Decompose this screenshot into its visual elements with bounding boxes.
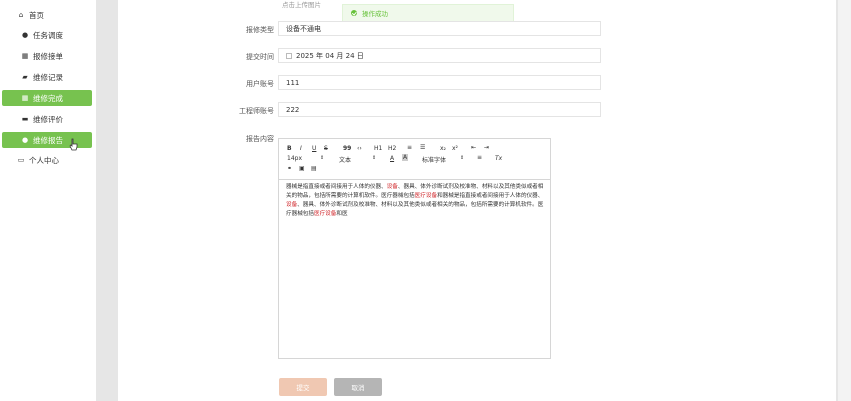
calendar-icon [286,52,292,59]
sidebar-item-label: 维修记录 [33,72,63,82]
video-icon[interactable]: ▤ [311,165,317,172]
align-button[interactable]: ≡ [477,154,482,161]
user-account-field[interactable]: 111 [278,75,601,90]
text-style-select[interactable]: 文本 [339,155,351,164]
hand-cursor-icon [69,138,78,151]
strikethrough-button[interactable]: S [324,145,328,152]
sidebar-item-label: 维修完成 [33,93,63,103]
italic-button[interactable]: I [300,145,302,152]
bold-button[interactable]: B [287,145,292,152]
font-size-arrows-icon: ⇕ [320,155,325,161]
engineer-account-value: 222 [286,105,300,114]
subscript-button[interactable]: x₂ [440,145,446,152]
engineer-account-field[interactable]: 222 [278,102,601,117]
editor-text: 器械是指直接或者间接用于人体的仪器、 [286,184,387,190]
quote-button[interactable]: 99 [343,145,351,152]
sidebar-item-repair-orders[interactable]: ▦ 报修接单 [2,48,92,64]
submit-button[interactable]: 提交 [279,378,327,396]
editor-toolbar: B I U S 99 ‹› H1 H2 ≡ ☰ x₂ x² ⇤ ⇥ 14px ⇕… [279,139,550,180]
user-icon: ● [21,136,29,144]
submit-time-field[interactable]: 2025 年 04 月 24 日 [278,48,601,63]
editor-highlight: 设备 [286,202,298,208]
submit-time-label: 提交时间 [246,53,274,61]
sidebar-item-repair-review[interactable]: ▬ 维修评价 [2,111,92,127]
bullet-list-button[interactable]: ☰ [420,144,425,151]
editor-highlight: 设备 [386,184,398,190]
report-content-label: 报告内容 [246,135,274,143]
nav-home[interactable]: ⌂ 首页 [2,7,92,23]
sidebar-item-label: 报修接单 [33,51,63,61]
repair-type-label: 报修类型 [246,26,274,34]
sidebar-item-repair-complete[interactable]: ▦ 维修完成 [2,90,92,106]
success-toast: 操作成功 [342,4,514,22]
engineer-account-label: 工程师账号 [239,107,274,115]
repair-type-value: 设备不通电 [286,24,321,33]
user-account-label: 用户账号 [246,80,274,88]
link-icon[interactable]: ⚭ [287,165,292,172]
text-style-arrows-icon: ⇕ [372,155,377,161]
font-size-select[interactable]: 14px [287,155,302,162]
stack-icon: ▬ [21,115,29,123]
underline-button[interactable]: U [312,145,316,152]
rich-text-editor[interactable]: B I U S 99 ‹› H1 H2 ≡ ☰ x₂ x² ⇤ ⇥ 14px ⇕… [278,138,551,359]
thumb-icon: ▰ [22,73,28,81]
location-pin-icon: ● [21,31,29,39]
sidebar-item-label: 维修报告 [33,135,63,145]
editor-text: 和器械是指直接或者间接用于人体的仪器、 [437,193,544,199]
font-family-select[interactable]: 标准字体 [422,155,446,164]
grid-icon: ▦ [21,94,29,102]
sidebar: ⌂ 首页 ● 任务调度 ▦ 报修接单 ▰ 维修记录 ▦ 维修完成 ▬ 维修评价 … [0,0,96,401]
image-icon[interactable]: ▣ [299,165,305,172]
editor-highlight: 医疗设备 [313,211,337,217]
editor-highlight: 医疗设备 [414,193,438,199]
clear-format-button[interactable]: Tx [495,155,502,162]
upload-hint[interactable]: 点击上传图片 [282,0,321,9]
font-family-arrows-icon: ⇕ [460,155,465,161]
heading1-button[interactable]: H1 [374,145,382,152]
background-color-icon[interactable]: A [402,154,409,161]
indent-left-button[interactable]: ⇤ [471,144,476,151]
user-account-value: 111 [286,78,300,87]
editor-text: 和医 [336,211,348,217]
font-color-icon[interactable]: A [390,155,394,162]
code-button[interactable]: ‹› [357,145,362,152]
sidebar-item-label: 任务调度 [33,30,63,40]
submit-time-value: 2025 年 04 月 24 日 [296,51,364,60]
editor-body[interactable]: 器械是指直接或者间接用于人体的仪器、设备、器具、体外诊断试剂及校准物、材料以及其… [286,183,546,219]
cancel-button[interactable]: 取消 [334,378,382,396]
indent-right-button[interactable]: ⇥ [484,144,489,151]
nav-home-label: 首页 [29,10,44,20]
repair-type-field[interactable]: 设备不通电 [278,21,601,36]
home-icon: ⌂ [18,11,24,19]
right-scroll-panel [838,0,851,401]
heading2-button[interactable]: H2 [388,145,396,152]
success-check-icon [351,10,357,16]
sidebar-item-task-dispatch[interactable]: ● 任务调度 [2,27,92,43]
superscript-button[interactable]: x² [452,145,458,152]
nav-personal-center[interactable]: ▭ 个人中心 [2,152,92,168]
ordered-list-button[interactable]: ≡ [407,144,412,151]
grid-icon: ▦ [21,52,29,60]
profile-card-icon: ▭ [17,156,25,164]
sidebar-item-label: 维修评价 [33,114,63,124]
toast-message: 操作成功 [362,10,388,18]
nav-personal-label: 个人中心 [29,155,59,165]
sidebar-item-repair-report[interactable]: ● 维修报告 [2,132,92,148]
sidebar-item-repair-records[interactable]: ▰ 维修记录 [2,69,92,85]
